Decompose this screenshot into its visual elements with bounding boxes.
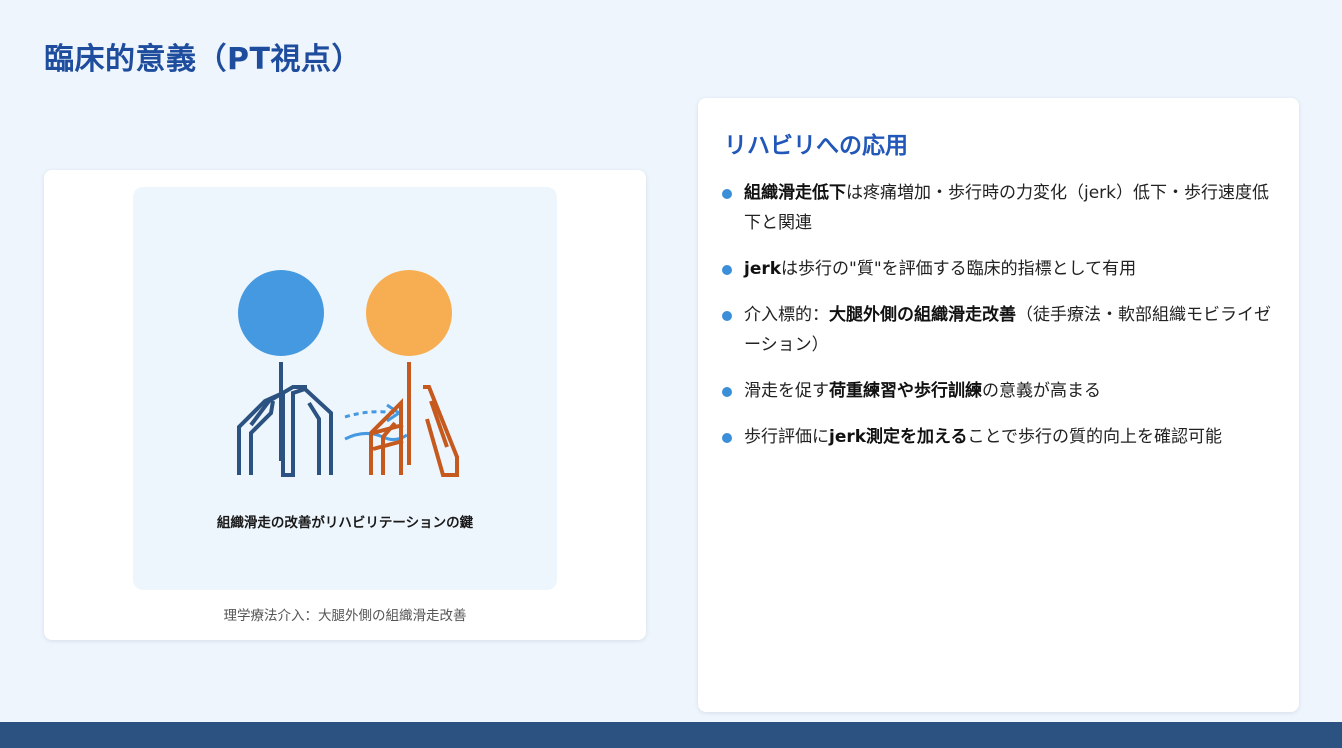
item-text: は歩行の"質"を評価する臨床的指標として有用 xyxy=(781,259,1137,279)
item-text-bold: 大腿外側の組織滑走改善 xyxy=(829,305,1016,325)
bullet-dot-icon xyxy=(722,433,732,443)
page-title: 臨床的意義（PT視点） xyxy=(44,42,362,77)
illustration-panel: 組織滑走の改善がリハビリテーションの鍵 xyxy=(133,187,557,590)
list-item: 組織滑走低下は疼痛増加・歩行時の力変化（jerk）低下・歩行速度低下と関連 xyxy=(722,178,1277,238)
item-text: 歩行評価に xyxy=(744,427,829,447)
item-text: 介入標的： xyxy=(744,305,829,325)
bullet-dot-icon xyxy=(722,189,732,199)
applications-card: リハビリへの応用 組織滑走低下は疼痛増加・歩行時の力変化（jerk）低下・歩行速… xyxy=(698,98,1299,712)
item-text: ことで歩行の質的向上を確認可能 xyxy=(967,427,1223,447)
item-text: 滑走を促す xyxy=(744,381,829,401)
applications-title: リハビリへの応用 xyxy=(724,133,908,159)
figure-caption: 理学療法介入：大腿外側の組織滑走改善 xyxy=(223,608,467,624)
bullet-dot-icon xyxy=(722,311,732,321)
illustration-card: 組織滑走の改善がリハビリテーションの鍵 理学療法介入：大腿外側の組織滑走改善 xyxy=(44,170,646,640)
right-figure-head xyxy=(366,270,452,356)
list-item: 滑走を促す荷重練習や歩行訓練の意義が高まる xyxy=(722,376,1277,406)
item-text: の意義が高まる xyxy=(982,381,1101,401)
item-text-bold: 荷重練習や歩行訓練 xyxy=(829,381,982,401)
gliding-flow xyxy=(344,403,408,442)
list-item: 歩行評価にjerk測定を加えることで歩行の質的向上を確認可能 xyxy=(722,422,1277,452)
right-figure-body xyxy=(369,362,459,477)
bullet-dot-icon xyxy=(722,265,732,275)
applications-list: 組織滑走低下は疼痛増加・歩行時の力変化（jerk）低下・歩行速度低下と関連 je… xyxy=(722,178,1277,468)
footer-bar xyxy=(0,722,1342,748)
illustration-caption: 組織滑走の改善がリハビリテーションの鍵 xyxy=(216,515,474,531)
bullet-dot-icon xyxy=(722,387,732,397)
left-figure-head xyxy=(238,270,324,356)
list-item: jerkは歩行の"質"を評価する臨床的指標として有用 xyxy=(722,254,1277,284)
left-figure-body xyxy=(237,362,333,477)
item-text-bold: 組織滑走低下 xyxy=(744,183,846,203)
list-item: 介入標的：大腿外側の組織滑走改善（徒手療法・軟部組織モビライゼーション） xyxy=(722,300,1277,360)
item-text-bold: jerk測定を加える xyxy=(829,427,968,447)
item-text-bold: jerk xyxy=(744,259,782,279)
